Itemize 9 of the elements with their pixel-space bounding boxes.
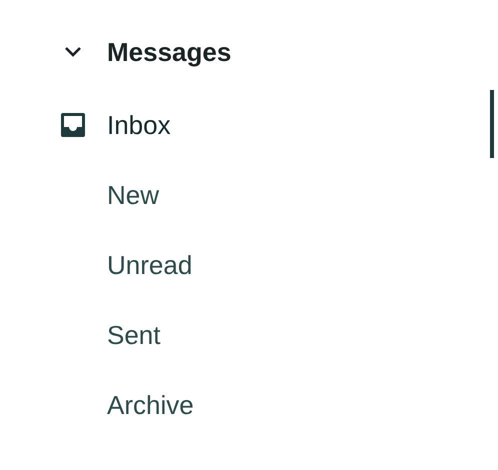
caret-icon: [64, 46, 82, 58]
nav-item[interactable]: Archive: [107, 386, 194, 424]
selection-indicator: [490, 90, 494, 158]
nav-item[interactable]: Inbox: [107, 106, 171, 144]
nav-item[interactable]: Unread: [107, 246, 192, 284]
nav-item[interactable]: New: [107, 176, 160, 214]
inbox-icon: [60, 112, 86, 138]
section-title: Messages: [107, 36, 232, 68]
nav-item[interactable]: Sent: [107, 316, 160, 354]
